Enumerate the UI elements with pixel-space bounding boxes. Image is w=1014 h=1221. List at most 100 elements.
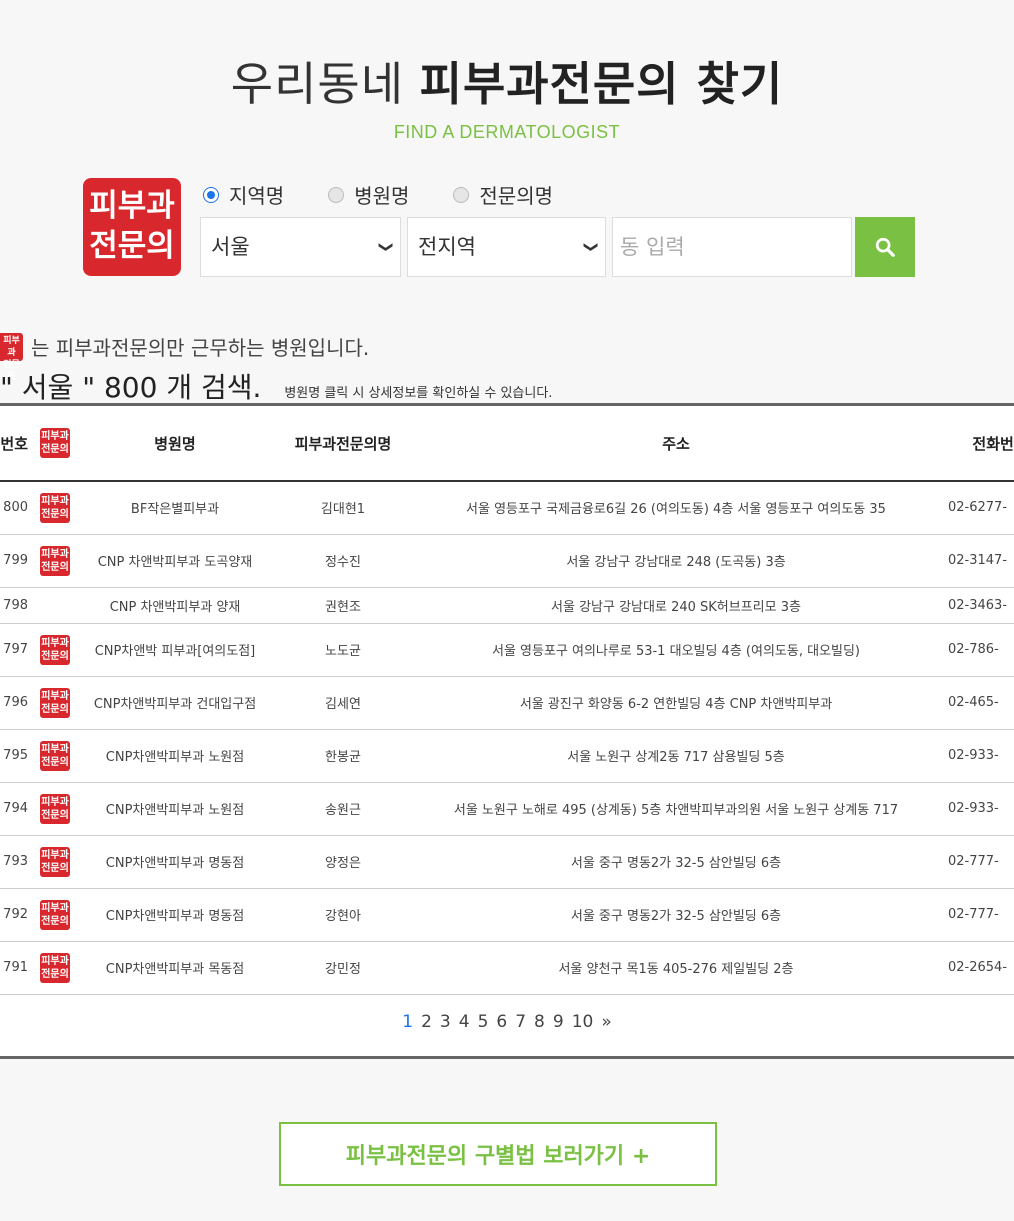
table-row: 796 피부과 전문의 CNP차앤박피부과 건대입구점 김세연 서울 광진구 화양동 6-… [0,676,1014,730]
page-link[interactable]: 1 [402,1012,413,1032]
radio-doctor[interactable]: 전문의명 [453,180,553,209]
table-row: 793 피부과 전문의 CNP차앤박피부과 명동점 양정은 서울 중구 명동2가 32-5… [0,835,1014,889]
col-header-phone: 전화번호 [938,406,1014,482]
hospital-name-link[interactable]: CNP 차앤박피부과 도곡양재 [78,534,272,588]
doctor-name: 송원근 [272,782,414,836]
region-select-value: 서울 [211,235,250,259]
row-badge-cell: 피부과 전문의 [32,941,78,995]
radio-dot-doctor[interactable] [453,186,470,203]
logo-line1: 피부과 [89,188,175,224]
doctor-name: 김대현1 [272,481,414,535]
radio-region[interactable]: 지역명 [203,180,284,209]
page-link[interactable]: 10 [572,1012,594,1032]
row-number: 795 [0,729,32,783]
row-badge-cell: 피부과 전문의 [32,835,78,889]
hospital-name-link[interactable]: CNP차앤박피부과 명동점 [78,888,272,942]
page-link[interactable]: 5 [478,1012,489,1032]
specialist-badge: 피부과 전문의 [40,740,70,771]
hospital-address: 서울 노원구 상계2동 717 삼용빌딩 5층 [414,729,938,783]
hospital-phone: 02-777- [938,835,1014,889]
specialist-note: 피부과 전문의 는 피부과전문의만 근무하는 병원입니다. [0,332,370,382]
table-row: 795 피부과 전문의 CNP차앤박피부과 노원점 한봉균 서울 노원구 상계2동 717… [0,729,1014,783]
title-light: 우리동네 [230,57,405,111]
hospital-phone: 02-777- [938,888,1014,942]
page-link[interactable]: 9 [553,1012,564,1032]
result-count: " 서울 " 800 개 검색. 병원명 클릭 시 상세정보를 확인하실 수 있… [0,366,552,406]
page-link[interactable]: 4 [459,1012,470,1032]
radio-dot-region[interactable] [203,186,219,203]
hospital-name-link[interactable]: CNP차앤박피부과 건대입구점 [78,676,272,730]
row-badge-cell: 피부과 전문의 [32,481,78,535]
hospital-phone: 02-933- [938,729,1014,783]
row-number: 798 [0,587,32,624]
page-link[interactable]: 2 [421,1012,432,1032]
hospital-name-link[interactable]: CNP차앤박피부과 명동점 [78,835,272,889]
result-summary: " 서울 " 800 개 검색. [0,371,262,404]
hospital-phone: 02-933- [938,782,1014,836]
radio-hospital[interactable]: 병원명 [328,180,409,209]
col-header-doctor: 피부과전문의명 [272,406,414,482]
dong-input[interactable] [612,217,852,277]
row-number: 791 [0,941,32,995]
row-number: 793 [0,835,32,889]
hospital-phone: 02-786- [938,623,1014,677]
note-text: 는 피부과전문의만 근무하는 병원입니다. [31,336,370,360]
district-select[interactable]: 전지역 ❯ [407,217,606,277]
radio-label-region: 지역명 [229,184,285,208]
hospital-address: 서울 강남구 강남대로 248 (도곡동) 3층 [414,534,938,588]
title-bold: 피부과전문의 찾기 [419,57,784,111]
hospital-name-link[interactable]: CNP차앤박 피부과[여의도점] [78,623,272,677]
hospital-name-link[interactable]: CNP차앤박피부과 노원점 [78,782,272,836]
hospital-name-link[interactable]: CNP 차앤박피부과 양재 [78,587,272,624]
doctor-name: 정수진 [272,534,414,588]
specialist-guide-button[interactable]: 피부과전문의 구별법 보러가기 + [279,1122,717,1186]
hospital-address: 서울 강남구 강남대로 240 SK허브프리모 3층 [414,587,938,624]
doctor-name: 김세연 [272,676,414,730]
table-row: 791 피부과 전문의 CNP차앤박피부과 목동점 강민정 서울 양천구 목1동 405-… [0,941,1014,995]
page-link[interactable]: 7 [515,1012,526,1032]
hospital-name-link[interactable]: CNP차앤박피부과 목동점 [78,941,272,995]
radio-label-hospital: 병원명 [354,184,410,208]
table-row: 794 피부과 전문의 CNP차앤박피부과 노원점 송원근 서울 노원구 노해로 495 … [0,782,1014,836]
doctor-name: 양정은 [272,835,414,889]
hospital-address: 서울 영등포구 국제금융로6길 26 (여의도동) 4층 서울 영등포구 여의도… [414,481,938,535]
hospital-address: 서울 노원구 노해로 495 (상계동) 5층 차앤박피부과의원 서울 노원구 … [414,782,938,836]
page-link[interactable]: 8 [534,1012,545,1032]
doctor-name: 권현조 [272,587,414,624]
hospital-name-link[interactable]: BF작은별피부과 [78,481,272,535]
specialist-badge: 피부과 전문의 [40,634,70,665]
page-title: 우리동네 피부과전문의 찾기 [0,48,1014,114]
result-hint: 병원명 클릭 시 상세정보를 확인하실 수 있습니다. [284,386,553,401]
next-page-icon[interactable]: » [601,1012,611,1032]
radio-dot-hospital[interactable] [328,186,345,203]
row-number: 799 [0,534,32,588]
col-header-hospital: 병원명 [78,406,272,482]
doctor-name: 한봉균 [272,729,414,783]
hospital-address: 서울 중구 명동2가 32-5 삼안빌딩 6층 [414,888,938,942]
row-badge-cell: 피부과 전문의 [32,888,78,942]
hospital-name-link[interactable]: CNP차앤박피부과 노원점 [78,729,272,783]
hospital-address: 서울 영등포구 여의나루로 53-1 대오빌딩 4층 (여의도동, 대오빌딩) [414,623,938,677]
row-badge-cell: 피부과 전문의 [32,534,78,588]
results-table: 번호 피부과전문의 병원명 피부과전문의명 주소 전화번호 800 피부과전문의 B… [0,406,1014,995]
hospital-phone: 02-2654- [938,941,1014,995]
page-link[interactable]: 6 [496,1012,507,1032]
table-row: 800 피부과 전문의 BF작은별피부과 김대현1 서울 영등포구 국제금융로6길 26 … [0,481,1014,535]
specialist-badge: 피부과 전문의 [40,846,70,877]
hospital-phone: 02-465- [938,676,1014,730]
row-badge-cell: 피부과 전문의 [32,782,78,836]
specialist-badge: 피부과 전문의 [0,333,23,382]
row-badge-cell: 피부과 전문의 [32,676,78,730]
doctor-name: 강현아 [272,888,414,942]
region-select[interactable]: 서울 ❯ [200,217,401,277]
row-number: 800 [0,481,32,535]
district-select-value: 전지역 [418,235,476,259]
search-button[interactable] [855,217,915,277]
results-table-wrap: 번호 피부과전문의 병원명 피부과전문의명 주소 전화번호 800 피부과전문의 B… [0,403,1014,1059]
specialist-badge: 피부과 전문의 [40,545,70,576]
page-link[interactable]: 3 [440,1012,451,1032]
search-icon [875,237,895,257]
specialist-badge: 피부과 전문의 [40,793,70,824]
table-body: 800 피부과 전문의 BF작은별피부과 김대현1 서울 영등포구 국제금융로6길 26 … [0,481,1014,995]
table-row: 797 피부과 전문의 CNP차앤박 피부과[여의도점] 노도균 서울 영등포구 여의나루… [0,623,1014,677]
